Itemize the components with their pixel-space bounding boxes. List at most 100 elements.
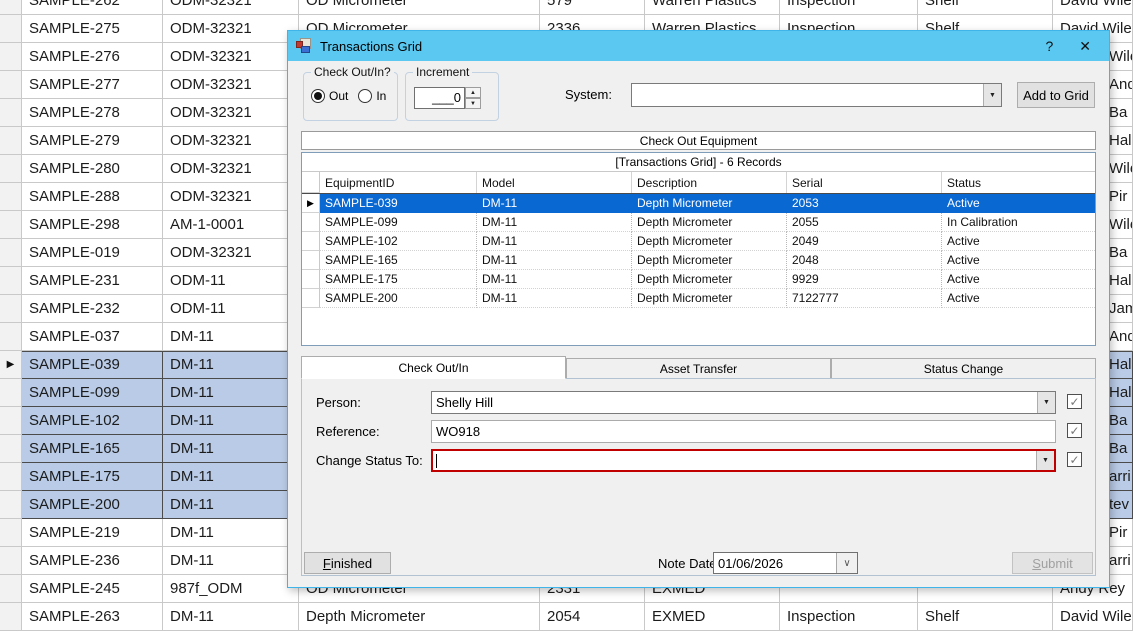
cell-model: DM-11 xyxy=(163,407,299,435)
person-label: Person: xyxy=(316,395,361,410)
row-current-arrow-icon[interactable]: ▶ xyxy=(0,351,22,379)
tab-status-change[interactable]: Status Change xyxy=(831,358,1096,379)
finished-button[interactable]: Finished xyxy=(304,552,391,574)
row-selector[interactable] xyxy=(0,43,22,71)
finished-label: Finished xyxy=(323,556,372,571)
grid-row[interactable]: ▶SAMPLE-039DM-11Depth Micrometer2053Acti… xyxy=(302,194,1095,213)
row-selector[interactable] xyxy=(0,519,22,547)
row-selector[interactable] xyxy=(0,239,22,267)
reference-input[interactable]: WO918 xyxy=(431,420,1056,443)
column-header-equipmentid[interactable]: EquipmentID xyxy=(320,172,477,193)
radio-in[interactable]: In xyxy=(358,89,386,103)
cell-serial: 9929 xyxy=(787,270,942,289)
table-row[interactable]: SAMPLE-262ODM-32321OD Micrometer579Warre… xyxy=(0,0,1133,15)
system-dropdown-icon[interactable]: ▼ xyxy=(983,84,1001,106)
close-icon[interactable]: ✕ xyxy=(1079,38,1091,55)
row-selector[interactable] xyxy=(0,0,22,15)
cell-status: Active xyxy=(942,270,1096,289)
cell-id: SAMPLE-039 xyxy=(22,351,163,379)
cell-id: SAMPLE-165 xyxy=(22,435,163,463)
tab-status-change-label: Status Change xyxy=(924,362,1003,376)
row-selector[interactable] xyxy=(0,435,22,463)
row-selector[interactable] xyxy=(0,127,22,155)
person-dropdown-icon[interactable]: ▼ xyxy=(1037,392,1055,413)
cell-serial: 2048 xyxy=(787,251,942,270)
row-selector[interactable] xyxy=(0,99,22,127)
cell-description: Depth Micrometer xyxy=(632,213,787,232)
row-selector[interactable] xyxy=(0,71,22,99)
grid-row[interactable]: SAMPLE-175DM-11Depth Micrometer9929Activ… xyxy=(302,270,1095,289)
tab-check-out-in[interactable]: Check Out/In xyxy=(301,356,566,379)
tab-asset-transfer-label: Asset Transfer xyxy=(660,362,737,376)
increment-input[interactable]: ___0 xyxy=(414,87,465,109)
cell-id: SAMPLE-099 xyxy=(22,379,163,407)
cell-model: ODM-32321 xyxy=(163,0,299,15)
row-selector[interactable] xyxy=(0,15,22,43)
row-selector[interactable] xyxy=(0,603,22,631)
radio-out-icon[interactable] xyxy=(311,89,325,103)
increment-down-icon[interactable]: ▼ xyxy=(465,98,481,109)
note-date-picker[interactable]: 01/06/2026 ∨ xyxy=(713,552,858,574)
row-selector[interactable] xyxy=(0,407,22,435)
grid-selector-header xyxy=(302,172,320,193)
radio-out[interactable]: Out xyxy=(311,89,348,103)
check-out-equipment-label: Check Out Equipment xyxy=(640,134,757,148)
cell-model: ODM-32321 xyxy=(163,71,299,99)
row-selector[interactable] xyxy=(0,155,22,183)
increment-stepper: ▲ ▼ xyxy=(465,87,481,109)
row-selector[interactable] xyxy=(0,575,22,603)
cell-model: ODM-32321 xyxy=(163,15,299,43)
note-date-label: Note Date: xyxy=(658,556,720,571)
row-selector[interactable] xyxy=(0,547,22,575)
change-status-checkbox[interactable]: ✓ xyxy=(1067,452,1082,467)
person-checkbox[interactable]: ✓ xyxy=(1067,394,1082,409)
row-selector[interactable] xyxy=(0,323,22,351)
column-header-serial[interactable]: Serial xyxy=(787,172,942,193)
grid-row[interactable]: SAMPLE-165DM-11Depth Micrometer2048Activ… xyxy=(302,251,1095,270)
row-selector[interactable] xyxy=(0,267,22,295)
cell-description: OD Micrometer xyxy=(299,0,540,15)
cell-id: SAMPLE-099 xyxy=(320,213,477,232)
row-selector[interactable] xyxy=(0,491,22,519)
radio-in-icon[interactable] xyxy=(358,89,372,103)
grid-row[interactable]: SAMPLE-102DM-11Depth Micrometer2049Activ… xyxy=(302,232,1095,251)
column-header-status[interactable]: Status xyxy=(942,172,1096,193)
table-row[interactable]: SAMPLE-263DM-11Depth Micrometer2054EXMED… xyxy=(0,603,1133,631)
row-selector[interactable] xyxy=(0,379,22,407)
cell-model: DM-11 xyxy=(163,379,299,407)
note-date-dropdown-icon[interactable]: ∨ xyxy=(836,553,857,573)
row-selector[interactable] xyxy=(302,251,320,270)
row-selector[interactable] xyxy=(0,211,22,239)
change-status-dropdown-icon[interactable]: ▼ xyxy=(1036,451,1054,470)
row-selector[interactable] xyxy=(302,232,320,251)
row-selector[interactable] xyxy=(302,213,320,232)
cell-description: Depth Micrometer xyxy=(632,270,787,289)
row-selector[interactable] xyxy=(302,270,320,289)
grid-row[interactable]: SAMPLE-200DM-11Depth Micrometer7122777Ac… xyxy=(302,289,1095,308)
column-header-description[interactable]: Description xyxy=(632,172,787,193)
row-current-arrow-icon[interactable]: ▶ xyxy=(302,194,320,213)
reference-checkbox[interactable]: ✓ xyxy=(1067,423,1082,438)
cell-id: SAMPLE-200 xyxy=(320,289,477,308)
column-header-model[interactable]: Model xyxy=(477,172,632,193)
check-out-in-group-label: Check Out/In? xyxy=(311,65,394,79)
submit-button[interactable]: Submit xyxy=(1012,552,1093,574)
cell-id: SAMPLE-278 xyxy=(22,99,163,127)
cell-company: Warren Plastics xyxy=(645,0,780,15)
add-to-grid-button[interactable]: Add to Grid xyxy=(1017,82,1095,108)
cell-id: SAMPLE-019 xyxy=(22,239,163,267)
tab-asset-transfer[interactable]: Asset Transfer xyxy=(566,358,831,379)
increment-up-icon[interactable]: ▲ xyxy=(465,87,481,98)
row-selector[interactable] xyxy=(0,463,22,491)
row-selector[interactable] xyxy=(0,295,22,323)
row-selector[interactable] xyxy=(302,289,320,308)
person-combobox[interactable]: Shelly Hill ▼ xyxy=(431,391,1056,414)
system-combobox[interactable]: ▼ xyxy=(631,83,1002,107)
row-selector[interactable] xyxy=(0,183,22,211)
cell-serial: 2054 xyxy=(540,603,645,631)
grid-row[interactable]: SAMPLE-099DM-11Depth Micrometer2055In Ca… xyxy=(302,213,1095,232)
dialog-titlebar[interactable]: Transactions Grid ? ✕ xyxy=(288,31,1109,61)
change-status-combobox[interactable]: ▼ xyxy=(431,449,1056,472)
cell-model: ODM-11 xyxy=(163,295,299,323)
help-icon[interactable]: ? xyxy=(1045,38,1053,54)
